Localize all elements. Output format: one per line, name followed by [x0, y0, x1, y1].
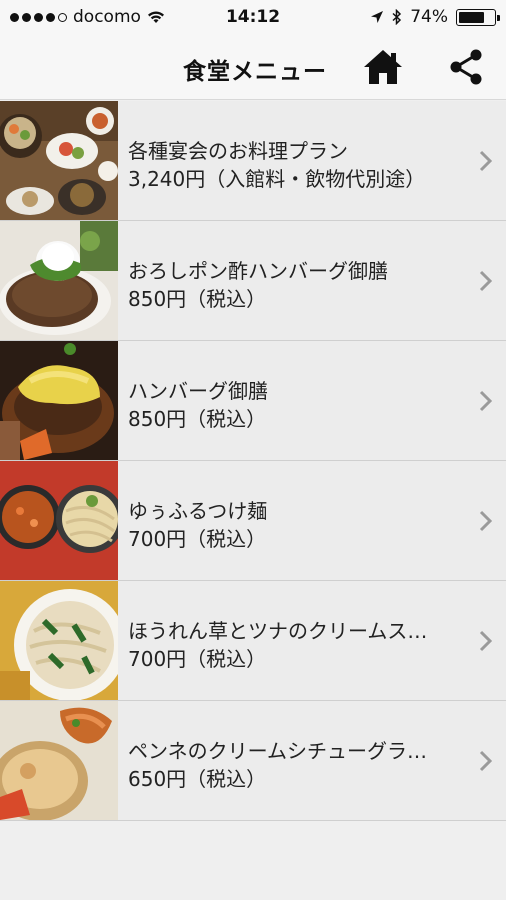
home-icon	[364, 50, 402, 84]
menu-item[interactable]: ハンバーグ御膳 850円（税込）	[0, 341, 506, 461]
battery-level	[459, 11, 485, 23]
menu-item[interactable]: ゆぅふるつけ麺 700円（税込）	[0, 461, 506, 581]
tsukemen-photo	[0, 461, 118, 580]
menu-item-price: 850円（税込）	[128, 407, 267, 431]
page-title: 食堂メニュー	[183, 59, 327, 85]
hamburg-photo	[0, 341, 118, 460]
menu-item-name: ほうれん草とツナのクリームス…	[128, 619, 428, 643]
bluetooth-icon	[392, 9, 402, 25]
oroshi-hamburg-photo	[0, 221, 118, 340]
menu-item-name: 各種宴会のお料理プラン	[128, 139, 348, 163]
menu-item[interactable]: ほうれん草とツナのクリームス… 700円（税込）	[0, 581, 506, 701]
menu-item[interactable]: おろしポン酢ハンバーグ御膳 850円（税込）	[0, 221, 506, 341]
chevron-right-icon	[479, 390, 493, 412]
chevron-right-icon	[479, 510, 493, 532]
menu-item-price: 650円（税込）	[128, 767, 267, 791]
chevron-right-icon	[479, 270, 493, 292]
share-icon	[450, 49, 482, 85]
cream-pasta-photo	[0, 581, 118, 700]
penne-gratin-photo	[0, 701, 118, 820]
menu-item-name: ハンバーグ御膳	[128, 379, 268, 403]
home-button[interactable]	[362, 46, 404, 88]
battery-icon	[456, 8, 500, 26]
chevron-right-icon	[479, 630, 493, 652]
menu-item-price: 700円（税込）	[128, 647, 267, 671]
battery-percent: 74%	[410, 7, 448, 27]
menu-item-name: ゆぅふるつけ麺	[128, 499, 268, 523]
menu-item-price: 700円（税込）	[128, 527, 267, 551]
menu-item-price: 3,240円（入館料・飲物代別途）	[128, 167, 426, 191]
share-button[interactable]	[446, 46, 486, 88]
navigation-bar: 食堂メニュー	[0, 36, 506, 100]
menu-item[interactable]: ペンネのクリームシチューグラ… 650円（税込）	[0, 701, 506, 821]
location-arrow-icon	[371, 11, 384, 23]
menu-item-name: ペンネのクリームシチューグラ…	[128, 739, 427, 763]
banquet-photo	[0, 101, 118, 220]
menu-list: 各種宴会のお料理プラン 3,240円（入館料・飲物代別途） おろしポン酢ハンバー…	[0, 101, 506, 821]
chevron-right-icon	[479, 150, 493, 172]
status-bar: docomo 14:12 74%	[0, 0, 506, 36]
menu-item-price: 850円（税込）	[128, 287, 267, 311]
menu-item-name: おろしポン酢ハンバーグ御膳	[128, 259, 388, 283]
menu-item[interactable]: 各種宴会のお料理プラン 3,240円（入館料・飲物代別途）	[0, 101, 506, 221]
chevron-right-icon	[479, 750, 493, 772]
status-right: 74%	[370, 7, 500, 27]
